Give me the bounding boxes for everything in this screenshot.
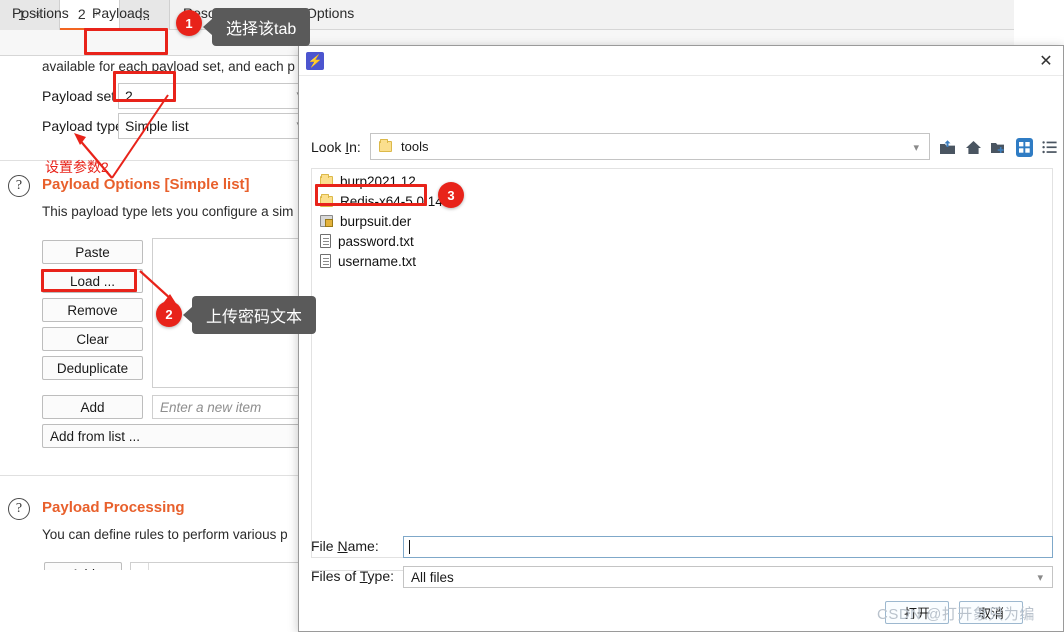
dialog-toolbar [939, 134, 1059, 160]
help-icon-payload-options[interactable]: ? [8, 175, 30, 197]
payload-set-value: 2 [125, 88, 133, 104]
look-in-label: Look In: [311, 139, 361, 155]
list-view-icon[interactable] [1041, 138, 1059, 157]
add-from-list-button[interactable]: Add from list ... [42, 424, 312, 448]
dialog-titlebar [299, 46, 1063, 76]
new-item-placeholder: Enter a new item [160, 399, 262, 415]
annotation-tooltip-1: 选择该tab [202, 8, 311, 46]
file-open-dialog: ⚡ ✕ Look In: tools ▾ burp2021.12 Redis-x… [298, 45, 1064, 632]
list-item[interactable]: username.txt [312, 251, 1052, 271]
tab-positions-label: Positions [12, 5, 69, 21]
csdn-watermark: CSDN @打开象只为编 [877, 606, 1035, 623]
burp-logo-icon: ⚡ [306, 52, 324, 70]
help-icon-payload-processing[interactable]: ? [8, 498, 30, 520]
files-of-type-label: Files of Type: [311, 568, 395, 584]
file-name: Redis-x64-5.0.14.1 [340, 193, 455, 209]
payload-options-title: Payload Options [Simple list] [42, 176, 250, 193]
payload-type-label: Payload type: [42, 118, 127, 134]
remove-button[interactable]: Remove [42, 298, 143, 322]
processing-add-button[interactable]: Add [44, 562, 122, 570]
deduplicate-button[interactable]: Deduplicate [42, 356, 143, 380]
files-of-type-value: All files [411, 569, 454, 585]
folder-icon [379, 139, 392, 152]
paste-button[interactable]: Paste [42, 240, 143, 264]
screenshot-root: 1 × 2 × ... Positions Payloads Resource … [0, 0, 1064, 632]
payload-processing-table[interactable]: ... [130, 562, 312, 570]
look-in-select[interactable]: tools ▾ [370, 133, 930, 160]
text-caret [409, 540, 410, 554]
annotation-badge-1: 1 [176, 10, 202, 36]
files-of-type-select[interactable]: All files ▾ [403, 566, 1053, 588]
file-name-label: File Name: [311, 538, 379, 554]
list-item[interactable]: Redis-x64-5.0.14.1 [312, 191, 1052, 211]
file-name: burpsuit.der [340, 213, 412, 229]
table-header-row: ... [131, 562, 311, 570]
text-file-icon [320, 234, 331, 248]
chevron-down-icon: ▾ [1037, 572, 1043, 584]
payload-processing-description: You can define rules to perform various … [42, 527, 288, 542]
file-list[interactable]: burp2021.12 Redis-x64-5.0.14.1 burpsuit.… [311, 168, 1053, 558]
list-item-password-txt[interactable]: password.txt [312, 231, 1052, 251]
folder-icon [320, 173, 333, 187]
certificate-icon [320, 215, 333, 227]
payload-type-value: Simple list [125, 118, 189, 134]
file-name: password.txt [338, 233, 414, 249]
add-payload-button[interactable]: Add [42, 395, 143, 419]
file-name: username.txt [338, 253, 417, 269]
tab-payloads[interactable]: Payloads [92, 0, 150, 26]
file-name: burp2021.12 [340, 173, 416, 189]
grid-view-icon[interactable] [1015, 137, 1034, 157]
annotation-badge-2: 2 [156, 301, 182, 327]
look-in-value: tools [401, 139, 429, 154]
up-one-level-icon[interactable] [939, 138, 957, 157]
payload-set-select[interactable]: 2 ▾ [118, 83, 310, 109]
tab-payloads-label: Payloads [92, 5, 150, 21]
tab-positions[interactable]: Positions [12, 0, 69, 26]
payload-type-select[interactable]: Simple list ▾ [118, 113, 310, 139]
annotation-note-set-param2: 设置参数2 [45, 159, 109, 175]
attack-tab-2-label: 2 [77, 6, 86, 22]
annotation-badge-3: 3 [438, 182, 464, 208]
new-folder-icon[interactable] [990, 138, 1008, 157]
load-button[interactable]: Load ... [42, 269, 143, 293]
list-item[interactable]: burp2021.12 [312, 171, 1052, 191]
payload-processing-title: Payload Processing [42, 499, 185, 516]
tab-options[interactable]: Options [306, 0, 354, 26]
folder-icon [320, 193, 333, 207]
new-item-input[interactable]: Enter a new item [152, 395, 312, 419]
payload-options-description: This payload type lets you configure a s… [42, 204, 294, 219]
clear-button[interactable]: Clear [42, 327, 143, 351]
tab-options-label: Options [306, 5, 355, 21]
text-file-icon [320, 254, 331, 268]
payload-sets-description: available for each payload set, and each… [42, 59, 295, 74]
close-icon[interactable]: ✕ [1033, 49, 1059, 73]
table-header-cell: ... [131, 562, 149, 570]
chevron-down-icon: ▾ [913, 142, 919, 154]
list-item[interactable]: burpsuit.der [312, 211, 1052, 231]
home-icon[interactable] [965, 138, 983, 157]
file-name-input[interactable] [403, 536, 1053, 558]
section-divider-2 [0, 475, 310, 476]
annotation-tooltip-2: 上传密码文本 [182, 296, 317, 334]
payload-set-label: Payload set [42, 88, 116, 104]
